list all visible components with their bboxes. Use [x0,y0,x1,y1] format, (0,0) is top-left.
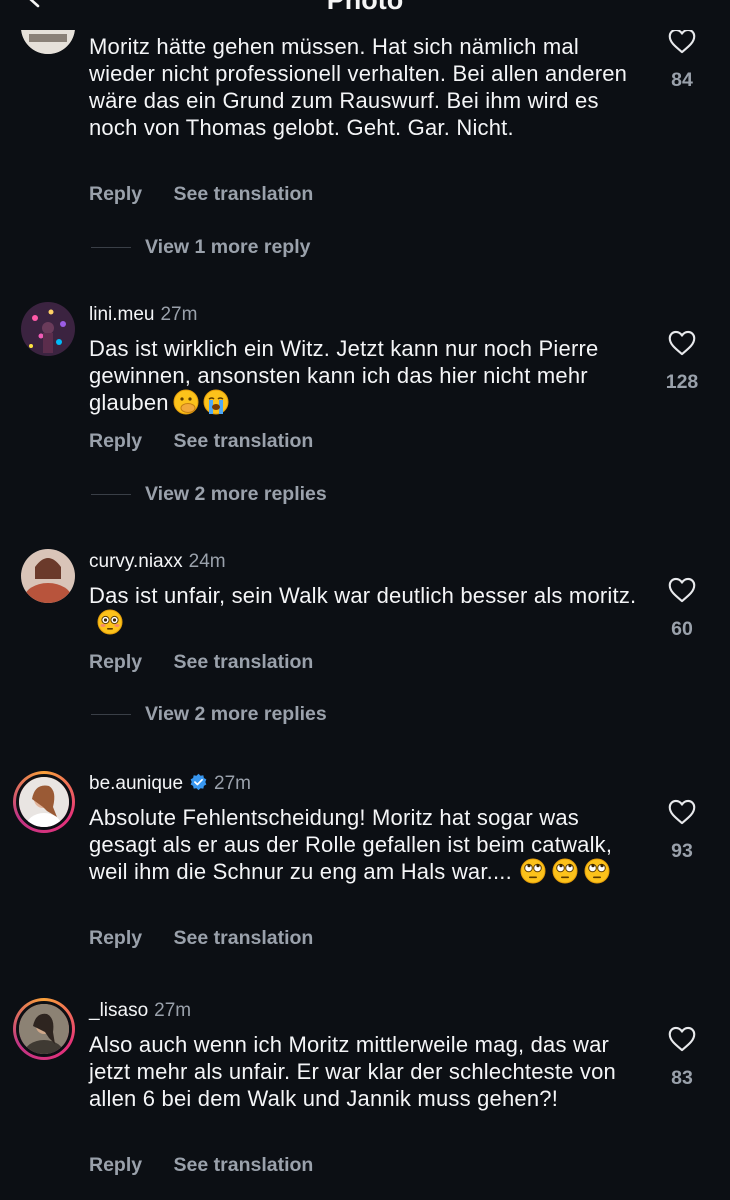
see-translation-button[interactable]: See translation [174,651,314,673]
avatar-with-story-ring[interactable] [13,998,75,1060]
avatar-image [19,777,69,827]
like-control: 83 [656,1026,708,1089]
see-translation-button[interactable]: See translation [174,1154,314,1176]
page-title: Photo [326,0,404,15]
view-replies-button[interactable]: View 2 more replies [91,482,327,506]
view-replies-label: View 2 more replies [145,703,327,725]
flushed-face-emoji [97,609,123,635]
comment-text: Moritz hätte gehen müssen. Hat sich näml… [89,34,628,140]
reply-button[interactable]: Reply [89,651,142,673]
divider [91,714,131,716]
username[interactable]: curvy.niaxx [89,551,183,572]
avatar[interactable] [21,549,75,603]
like-count: 128 [665,371,699,393]
like-count: 83 [671,1067,693,1089]
reply-button[interactable]: Reply [89,927,142,949]
divider [91,494,131,496]
view-replies-button[interactable]: View 1 more reply [91,235,310,259]
like-control: 128 [656,330,708,393]
avatar [16,1001,72,1057]
comment-actions: Reply See translation [89,650,313,674]
face-with-rolling-eyes-emoji [552,858,578,884]
face-with-rolling-eyes-emoji [520,858,546,884]
avatar-image [21,302,75,356]
verified-badge-icon [190,773,207,791]
reply-button[interactable]: Reply [89,183,142,205]
like-control: 60 [656,577,708,640]
heart-icon[interactable] [668,577,696,603]
comment-text: Absolute Fehlentscheidung! Moritz hat so… [89,804,649,885]
timestamp: 27m [160,304,198,325]
heart-icon[interactable] [668,330,696,356]
view-replies-label: View 2 more replies [145,483,327,505]
timestamp: 27m [214,773,252,794]
heart-icon[interactable] [668,28,696,54]
view-replies-label: View 1 more reply [145,236,311,258]
comment-actions: Reply See translation [89,429,313,453]
comment-text: Das ist wirklich ein Witz. Jetzt kann nu… [89,335,649,416]
avatar[interactable] [21,302,75,356]
avatar-with-story-ring[interactable] [13,771,75,833]
reply-button[interactable]: Reply [89,1154,142,1176]
comment-meta: _lisaso 27m [89,999,191,1023]
comment-meta: lini.meu 27m [89,303,197,327]
heart-icon[interactable] [668,1026,696,1052]
face-with-rolling-eyes-emoji [584,858,610,884]
see-translation-button[interactable]: See translation [174,430,314,452]
comment-list: Moritz hätte gehen müssen. Hat sich näml… [0,0,730,1200]
comment-text: Das ist unfair, sein Walk war deutlich b… [89,582,649,636]
like-control: 93 [656,799,708,862]
loudly-crying-face-emoji [203,389,229,415]
timestamp: 27m [154,1000,192,1021]
comment-actions: Reply See translation [89,1153,313,1177]
like-count: 60 [671,618,693,640]
timestamp: 24m [188,551,226,572]
see-translation-button[interactable]: See translation [174,183,314,205]
like-count: 93 [671,840,693,862]
username[interactable]: _lisaso [89,1000,148,1021]
comment-body: Das ist wirklich ein Witz. Jetzt kann nu… [89,336,599,415]
heart-icon[interactable] [668,799,696,825]
reply-button[interactable]: Reply [89,430,142,452]
comment-meta: be.aunique 27m [89,772,251,796]
view-replies-button[interactable]: View 2 more replies [91,702,327,726]
avatar [16,774,72,830]
avatar-image [19,1004,69,1054]
top-bar: Photo [0,0,730,30]
face-with-hand-over-mouth-emoji [173,389,199,415]
like-control: 84 [656,28,708,91]
username[interactable]: be.aunique [89,773,183,794]
comment-meta: curvy.niaxx 24m [89,550,226,574]
see-translation-button[interactable]: See translation [174,927,314,949]
username[interactable]: lini.meu [89,304,154,325]
like-count: 84 [671,69,693,91]
comment-text: Also auch wenn ich Moritz mittlerweile m… [89,1032,616,1111]
comment-actions: Reply See translation [89,926,313,950]
comment-body: Das ist unfair, sein Walk war deutlich b… [89,583,637,608]
divider [91,247,131,249]
avatar-image [21,549,75,603]
comment-actions: Reply See translation [89,182,313,206]
